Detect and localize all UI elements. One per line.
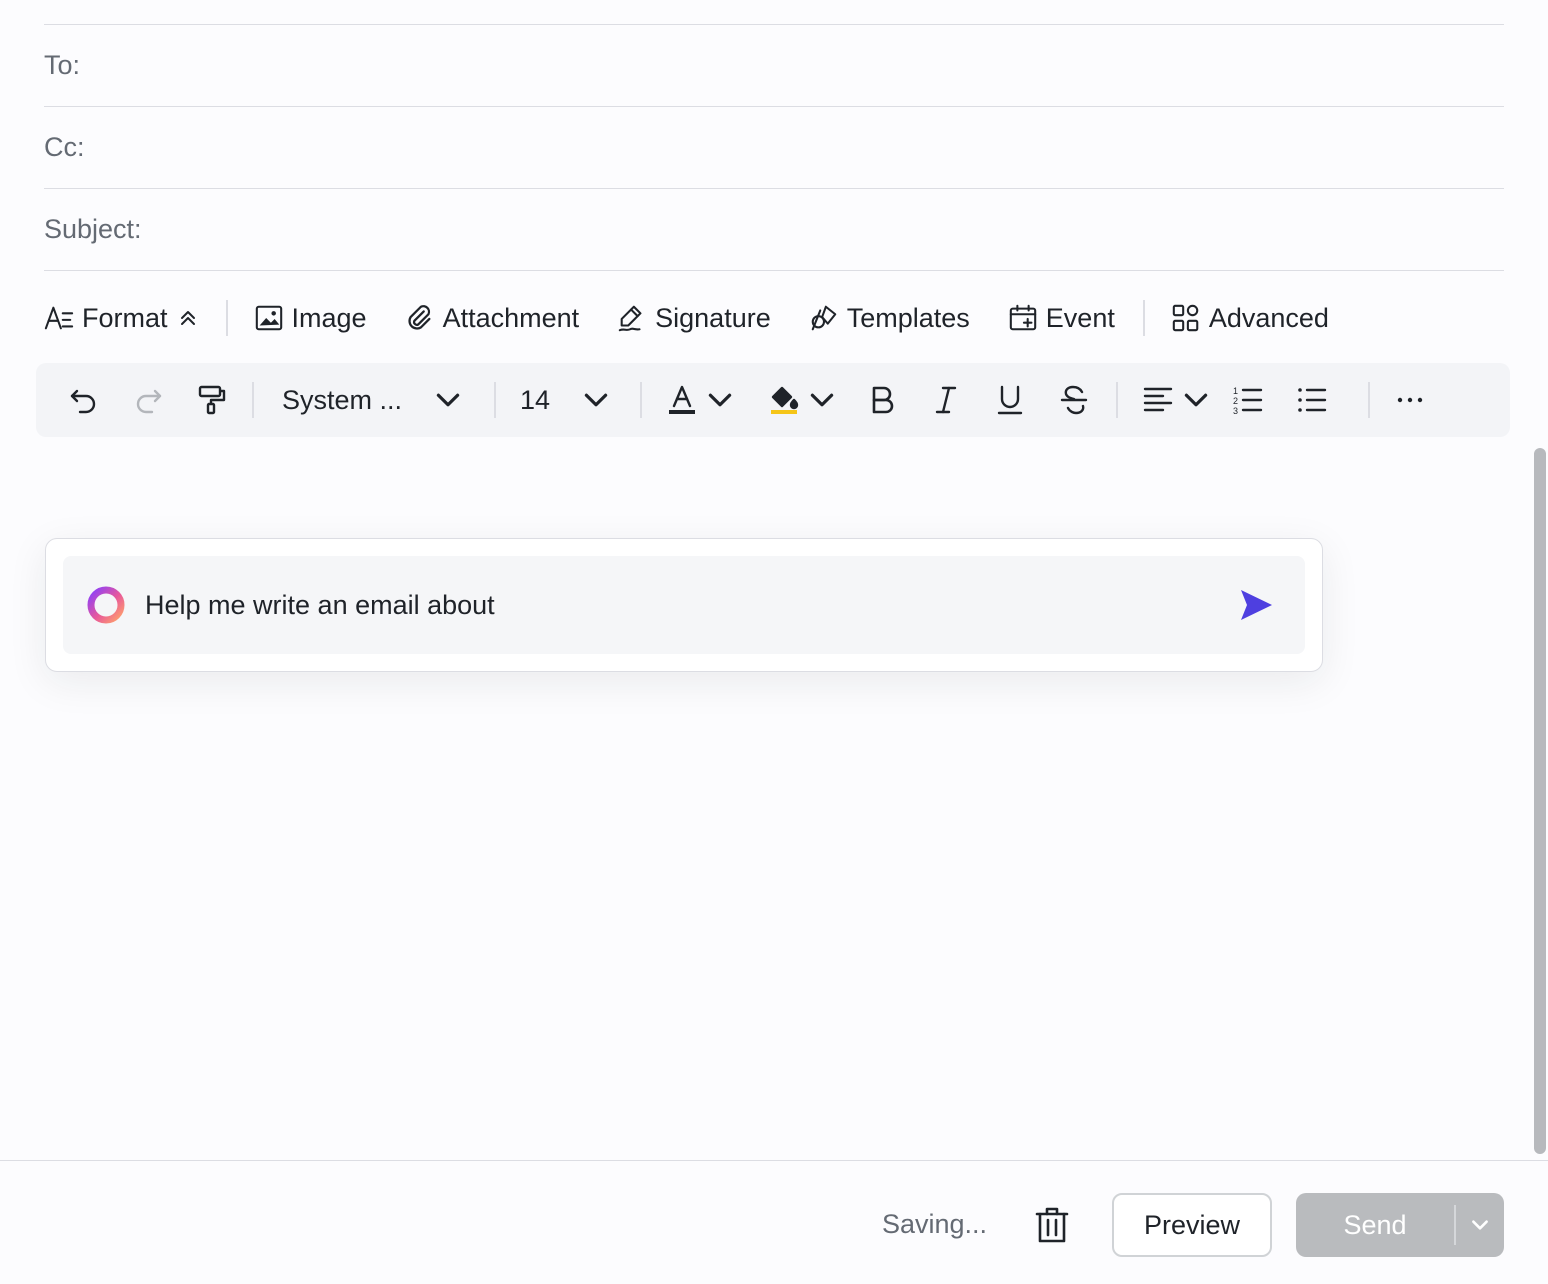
- format-label: Format: [82, 302, 168, 333]
- italic-button[interactable]: [930, 384, 962, 416]
- cc-label: Cc:: [44, 132, 85, 162]
- strikethrough-icon: [1060, 385, 1088, 415]
- templates-icon: [811, 305, 837, 331]
- image-button[interactable]: Image: [254, 303, 367, 334]
- font-color-button[interactable]: [666, 384, 736, 416]
- bold-button[interactable]: [866, 384, 898, 416]
- toolbar-divider: [1116, 382, 1119, 418]
- chevron-down-icon: [584, 393, 608, 407]
- subject-field-row: Subject:: [44, 189, 1504, 271]
- format-painter-button[interactable]: [196, 384, 228, 416]
- templates-button[interactable]: Templates: [809, 303, 970, 334]
- ai-assistant-logo-icon: [87, 586, 125, 624]
- format-toolbar: System ... 14 1 2 3: [36, 363, 1510, 437]
- chevron-down-icon: [1184, 393, 1208, 407]
- scrollbar-thumb[interactable]: [1534, 448, 1546, 1154]
- toolbar-divider: [252, 382, 254, 418]
- action-bar-divider: [225, 300, 228, 336]
- event-button[interactable]: Event: [1008, 303, 1115, 334]
- image-icon: [255, 305, 282, 331]
- font-family-select[interactable]: System ...: [282, 384, 464, 416]
- numbered-list-button[interactable]: 1 2 3: [1232, 384, 1264, 416]
- bullet-list-button[interactable]: [1296, 384, 1328, 416]
- strikethrough-button[interactable]: [1058, 384, 1090, 416]
- svg-text:2: 2: [1233, 396, 1238, 406]
- attachment-label: Attachment: [442, 302, 580, 333]
- grid-apps-icon: [1172, 304, 1199, 332]
- compose-action-bar: Format Image Attachment Signature Templa…: [44, 290, 1329, 346]
- advanced-label: Advanced: [1208, 302, 1329, 333]
- send-options-button[interactable]: [1456, 1193, 1504, 1257]
- redo-button[interactable]: [132, 384, 164, 416]
- more-horizontal-icon: [1397, 397, 1423, 403]
- underline-button[interactable]: [994, 384, 1026, 416]
- calendar-add-icon: [1009, 304, 1037, 331]
- font-family-value: System ...: [282, 384, 403, 415]
- event-label: Event: [1045, 302, 1115, 333]
- ai-prompt-input[interactable]: [145, 589, 1237, 621]
- align-select[interactable]: [1142, 384, 1212, 416]
- font-size-select[interactable]: 14: [520, 384, 612, 416]
- ai-writing-assistant: [45, 538, 1323, 672]
- bold-icon: [872, 386, 894, 414]
- paint-bucket-icon: [771, 386, 799, 414]
- toolbar-divider: [640, 382, 643, 418]
- to-input[interactable]: [92, 25, 1504, 106]
- chevron-down-icon: [1472, 1220, 1488, 1230]
- cc-input[interactable]: [96, 107, 1504, 188]
- svg-text:3: 3: [1233, 406, 1238, 416]
- ai-send-icon[interactable]: [1237, 586, 1275, 624]
- paint-roller-icon: [198, 385, 226, 415]
- signature-button[interactable]: Signature: [617, 303, 771, 334]
- compose-footer: Saving... Preview Send: [0, 1160, 1548, 1284]
- underline-icon: [997, 385, 1023, 415]
- more-options-button[interactable]: [1394, 384, 1426, 416]
- double-chevron-up-icon: [180, 311, 195, 325]
- format-text-icon: [44, 306, 74, 330]
- bullet-list-icon: [1298, 388, 1327, 412]
- send-button[interactable]: Send: [1296, 1193, 1454, 1257]
- to-label: To:: [44, 50, 81, 80]
- ai-prompt-box: [63, 556, 1305, 654]
- save-status: Saving...: [882, 1209, 988, 1239]
- cc-field-row: Cc:: [44, 107, 1504, 189]
- chevron-down-icon: [436, 393, 460, 407]
- paperclip-icon: [407, 305, 431, 330]
- italic-icon: [935, 386, 957, 414]
- trash-icon[interactable]: [1032, 1205, 1072, 1245]
- to-field-row: To:: [44, 25, 1504, 107]
- toolbar-divider: [494, 382, 497, 418]
- signature-pen-icon: [618, 305, 642, 332]
- highlight-color-button[interactable]: [768, 384, 838, 416]
- advanced-button[interactable]: Advanced: [1171, 303, 1329, 334]
- toolbar-divider: [1368, 382, 1371, 418]
- font-size-value: 14: [520, 384, 551, 415]
- subject-label: Subject:: [44, 214, 142, 244]
- subject-input[interactable]: [153, 189, 1504, 270]
- format-button[interactable]: Format: [44, 303, 198, 334]
- send-button-group: Send: [1296, 1193, 1504, 1257]
- templates-label: Templates: [846, 302, 970, 333]
- preview-button[interactable]: Preview: [1112, 1193, 1272, 1257]
- attachment-button[interactable]: Attachment: [405, 302, 580, 334]
- action-bar-divider: [1142, 300, 1145, 336]
- undo-button[interactable]: [68, 384, 100, 416]
- align-left-icon: [1143, 387, 1173, 412]
- chevron-down-icon: [708, 393, 732, 407]
- signature-label: Signature: [655, 302, 771, 333]
- undo-icon: [70, 389, 96, 414]
- chevron-down-icon: [810, 393, 834, 407]
- font-color-icon: [669, 385, 696, 414]
- redo-icon: [136, 389, 162, 414]
- svg-text:1: 1: [1233, 386, 1238, 396]
- numbered-list-icon: 1 2 3: [1233, 386, 1263, 416]
- image-label: Image: [291, 302, 367, 333]
